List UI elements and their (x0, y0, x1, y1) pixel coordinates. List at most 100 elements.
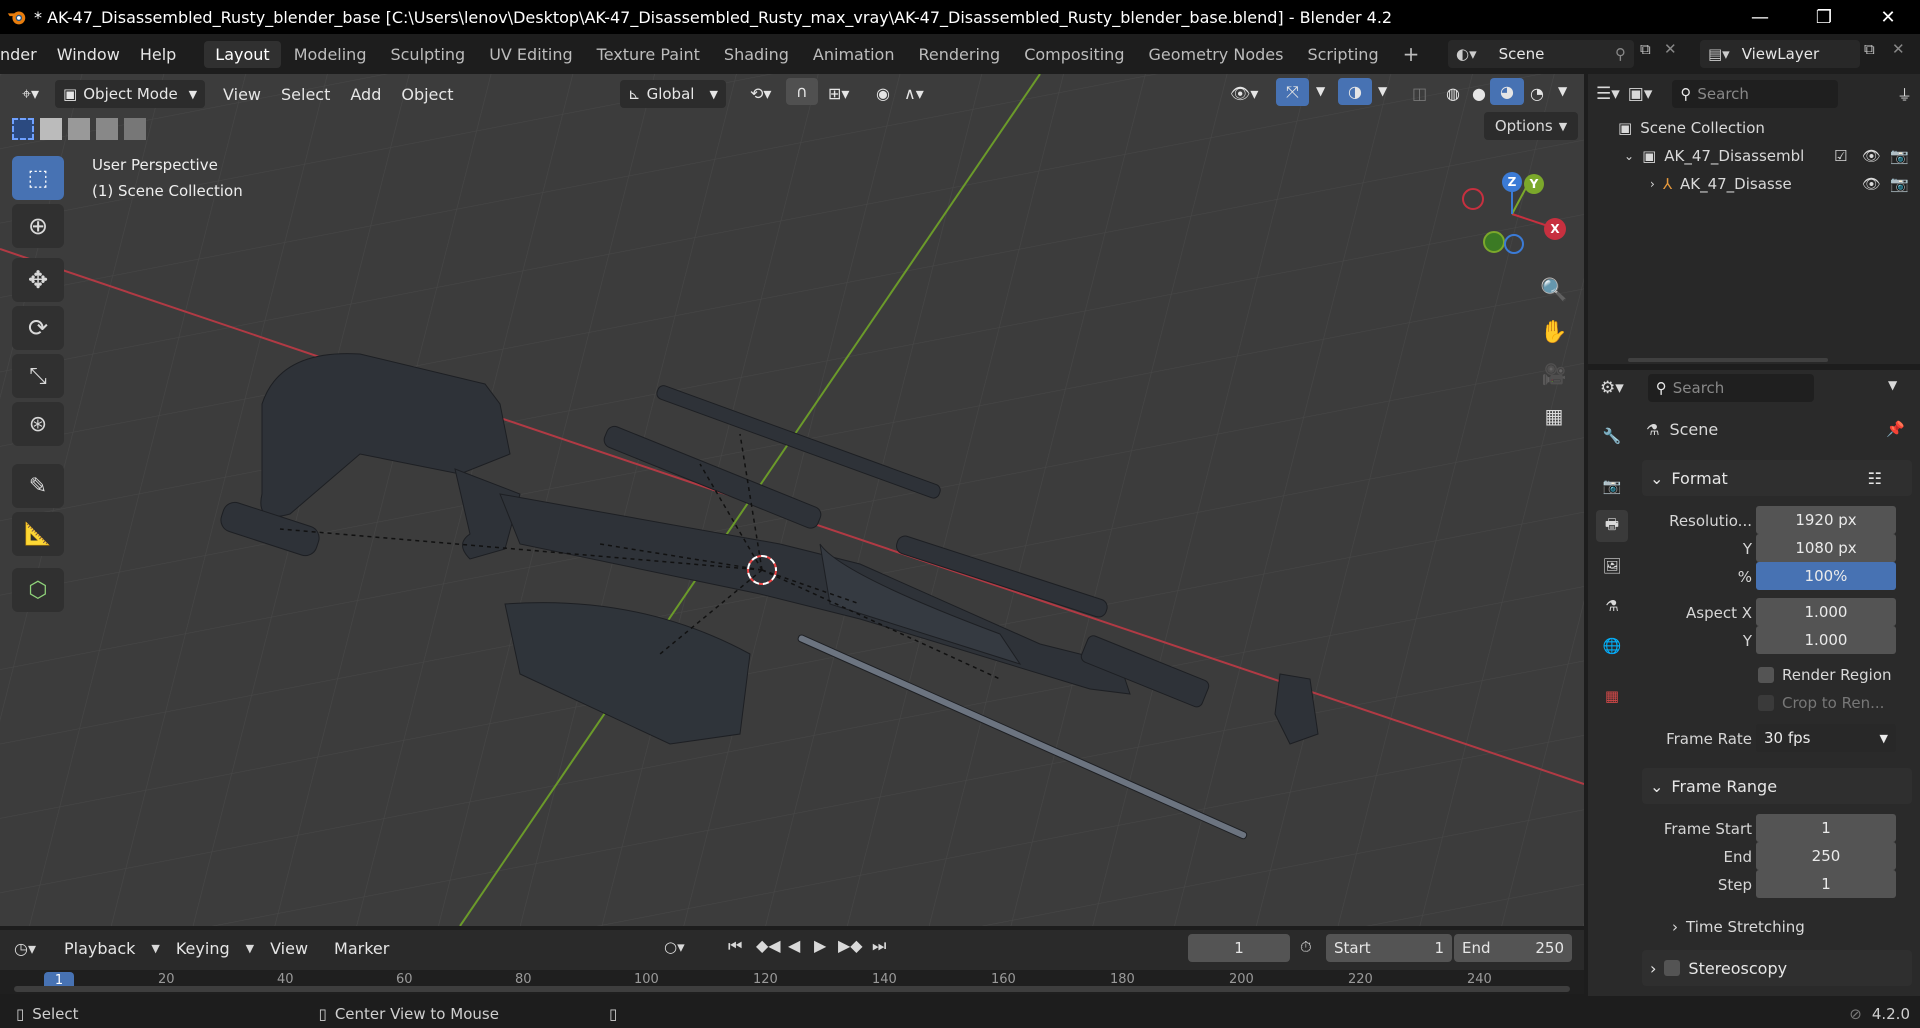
delete-view-layer-icon[interactable]: ✕ (1892, 40, 1905, 58)
format-panel-header[interactable]: ⌄ Format ☷ (1642, 460, 1912, 496)
camera-icon[interactable]: 📷 (1890, 147, 1909, 165)
y-axis-icon[interactable]: Y (1524, 174, 1544, 194)
options-button[interactable]: Options ▼ (1484, 112, 1578, 140)
frame-range-panel-header[interactable]: ⌄ Frame Range (1642, 768, 1912, 804)
render-region-toggle[interactable]: Render Region (1758, 666, 1892, 684)
chevron-down-icon[interactable]: ▼ (1306, 80, 1335, 102)
filter-icon[interactable]: ⏚ (1897, 84, 1912, 105)
texture-tab[interactable]: ▦ (1596, 680, 1628, 712)
checkbox-icon[interactable]: ☑ (1834, 147, 1847, 165)
chevron-down-icon[interactable]: ▼ (1548, 80, 1577, 102)
editor-type-icon[interactable]: ⌖▾ (12, 80, 49, 108)
x-axis-icon[interactable]: X (1544, 218, 1566, 240)
menu-select[interactable]: Select (271, 81, 340, 108)
menu-view[interactable]: View (260, 935, 318, 962)
play-reverse-icon[interactable]: ◀ (788, 936, 800, 955)
menu-help[interactable]: Help (130, 45, 186, 64)
resolution-y-field[interactable]: 1080 px (1756, 534, 1896, 562)
tool-tab[interactable]: 🔧 (1596, 420, 1628, 452)
aspect-x-field[interactable]: 1.000 (1756, 598, 1896, 626)
transform-tool[interactable]: ⊛ (12, 402, 64, 446)
scene-selector[interactable]: ◐▾ Scene ⚲ (1448, 40, 1634, 68)
time-stretching-subpanel[interactable]: › Time Stretching (1672, 918, 1805, 936)
select-extend-icon[interactable] (40, 118, 62, 140)
frame-end-field[interactable]: 250 (1756, 842, 1896, 870)
visibility-icon[interactable]: 👁▾ (1220, 80, 1268, 107)
checkbox-icon[interactable] (1664, 960, 1681, 976)
gizmo-toggle-icon[interactable]: ⤧ (1276, 78, 1309, 106)
outliner-item-collection[interactable]: ⌄ ▣ AK_47_Disassembl ☑ 👁 📷 (1588, 142, 1920, 170)
minimize-button[interactable]: — (1728, 0, 1792, 34)
select-invert-icon[interactable] (96, 118, 118, 140)
tab-texture-paint[interactable]: Texture Paint (586, 41, 711, 68)
menu-add[interactable]: Add (340, 81, 391, 108)
stereoscopy-panel-header[interactable]: › Stereoscopy (1642, 950, 1912, 986)
select-new-icon[interactable] (12, 118, 34, 140)
neg-y-axis-icon[interactable] (1483, 231, 1505, 253)
tab-uv-editing[interactable]: UV Editing (478, 41, 583, 68)
timeline-scrollbar[interactable] (14, 986, 1570, 992)
tab-scripting[interactable]: Scripting (1296, 41, 1389, 68)
scale-tool[interactable]: ⤡ (12, 354, 64, 398)
frame-rate-select[interactable]: 30 fps ▼ (1756, 724, 1896, 752)
xray-icon[interactable]: ◫ (1402, 80, 1437, 107)
chevron-down-icon[interactable]: ⌄ (1624, 149, 1634, 163)
snap-icon[interactable]: ∩ (786, 78, 818, 105)
material-shading-icon[interactable]: ◕ (1490, 78, 1524, 105)
annotate-tool[interactable]: ✎ (12, 464, 64, 508)
tab-sculpting[interactable]: Sculpting (379, 41, 476, 68)
measure-tool[interactable]: 📐 (12, 512, 64, 556)
prev-keyframe-icon[interactable]: ◆◀ (756, 936, 781, 955)
tab-animation[interactable]: Animation (802, 41, 906, 68)
current-frame-field[interactable]: 1 (1188, 934, 1290, 962)
tab-shading[interactable]: Shading (713, 41, 800, 68)
resolution-x-field[interactable]: 1920 px (1756, 506, 1896, 534)
menu-window[interactable]: Window (47, 45, 130, 64)
eye-icon[interactable]: 👁 (1862, 147, 1881, 165)
add-workspace-button[interactable]: + (1392, 38, 1431, 70)
clock-icon[interactable]: ◷▾ (14, 939, 36, 958)
list-icon[interactable]: ☷ (1868, 469, 1882, 488)
stopwatch-icon[interactable]: ⏱ (1300, 938, 1312, 956)
jump-start-icon[interactable]: ⏮ (728, 936, 742, 956)
select-box-tool[interactable]: ⬚ (12, 156, 64, 200)
rotate-tool[interactable]: ⟳ (12, 306, 64, 350)
tab-compositing[interactable]: Compositing (1013, 41, 1135, 68)
next-keyframe-icon[interactable]: ▶◆ (838, 936, 863, 955)
mode-selector[interactable]: ▣ Object Mode ▼ (55, 80, 206, 108)
zoom-button[interactable]: 🔍 (1536, 272, 1572, 308)
add-cube-tool[interactable]: ⬡ (12, 568, 64, 612)
cursor-tool[interactable]: ⊕ (12, 204, 64, 248)
end-frame-field[interactable]: End 250 (1454, 934, 1572, 962)
move-tool[interactable]: ✥ (12, 258, 64, 302)
chevron-down-icon[interactable]: ▼ (1888, 378, 1897, 392)
outliner-root-row[interactable]: ▣ Scene Collection (1588, 114, 1920, 142)
camera-view-button[interactable]: 🎥 (1536, 356, 1572, 392)
menu-marker[interactable]: Marker (324, 935, 399, 962)
menu-playback[interactable]: Playback (54, 935, 145, 962)
display-mode-icon[interactable]: ▣▾ (1628, 84, 1653, 104)
start-frame-field[interactable]: Start 1 (1326, 934, 1452, 962)
transform-orientation-selector[interactable]: ⊾ Global ▼ (620, 80, 726, 108)
frame-step-field[interactable]: 1 (1756, 870, 1896, 898)
auto-keying-icon[interactable]: ○▾ (664, 938, 685, 956)
falloff-icon[interactable]: ∧▾ (894, 80, 934, 107)
tab-geometry-nodes[interactable]: Geometry Nodes (1137, 41, 1294, 68)
properties-search-input[interactable]: ⚲ Search (1647, 374, 1814, 402)
pivot-point-icon[interactable]: ⟲▾ (740, 80, 781, 107)
select-intersect-icon[interactable] (124, 118, 146, 140)
menu-keying[interactable]: Keying (166, 935, 240, 962)
properties-editor-icon[interactable]: ⚙▾ (1600, 378, 1624, 398)
tab-modeling[interactable]: Modeling (283, 41, 378, 68)
outliner-item-object[interactable]: › ⅄ AK_47_Disasse 👁 📷 (1588, 170, 1920, 198)
outliner-search-input[interactable]: ⚲ Search (1672, 80, 1839, 108)
eye-icon[interactable]: 👁 (1862, 175, 1881, 193)
close-button[interactable]: ✕ (1856, 0, 1920, 34)
tab-rendering[interactable]: Rendering (907, 41, 1011, 68)
chevron-down-icon[interactable]: ▼ (1368, 80, 1397, 102)
menu-file[interactable]: nder (0, 45, 47, 64)
frame-start-field[interactable]: 1 (1756, 814, 1896, 842)
menu-object[interactable]: Object (391, 81, 463, 108)
snap-target-icon[interactable]: ⊞▾ (818, 80, 859, 107)
pin-icon[interactable]: 📌 (1886, 420, 1905, 438)
